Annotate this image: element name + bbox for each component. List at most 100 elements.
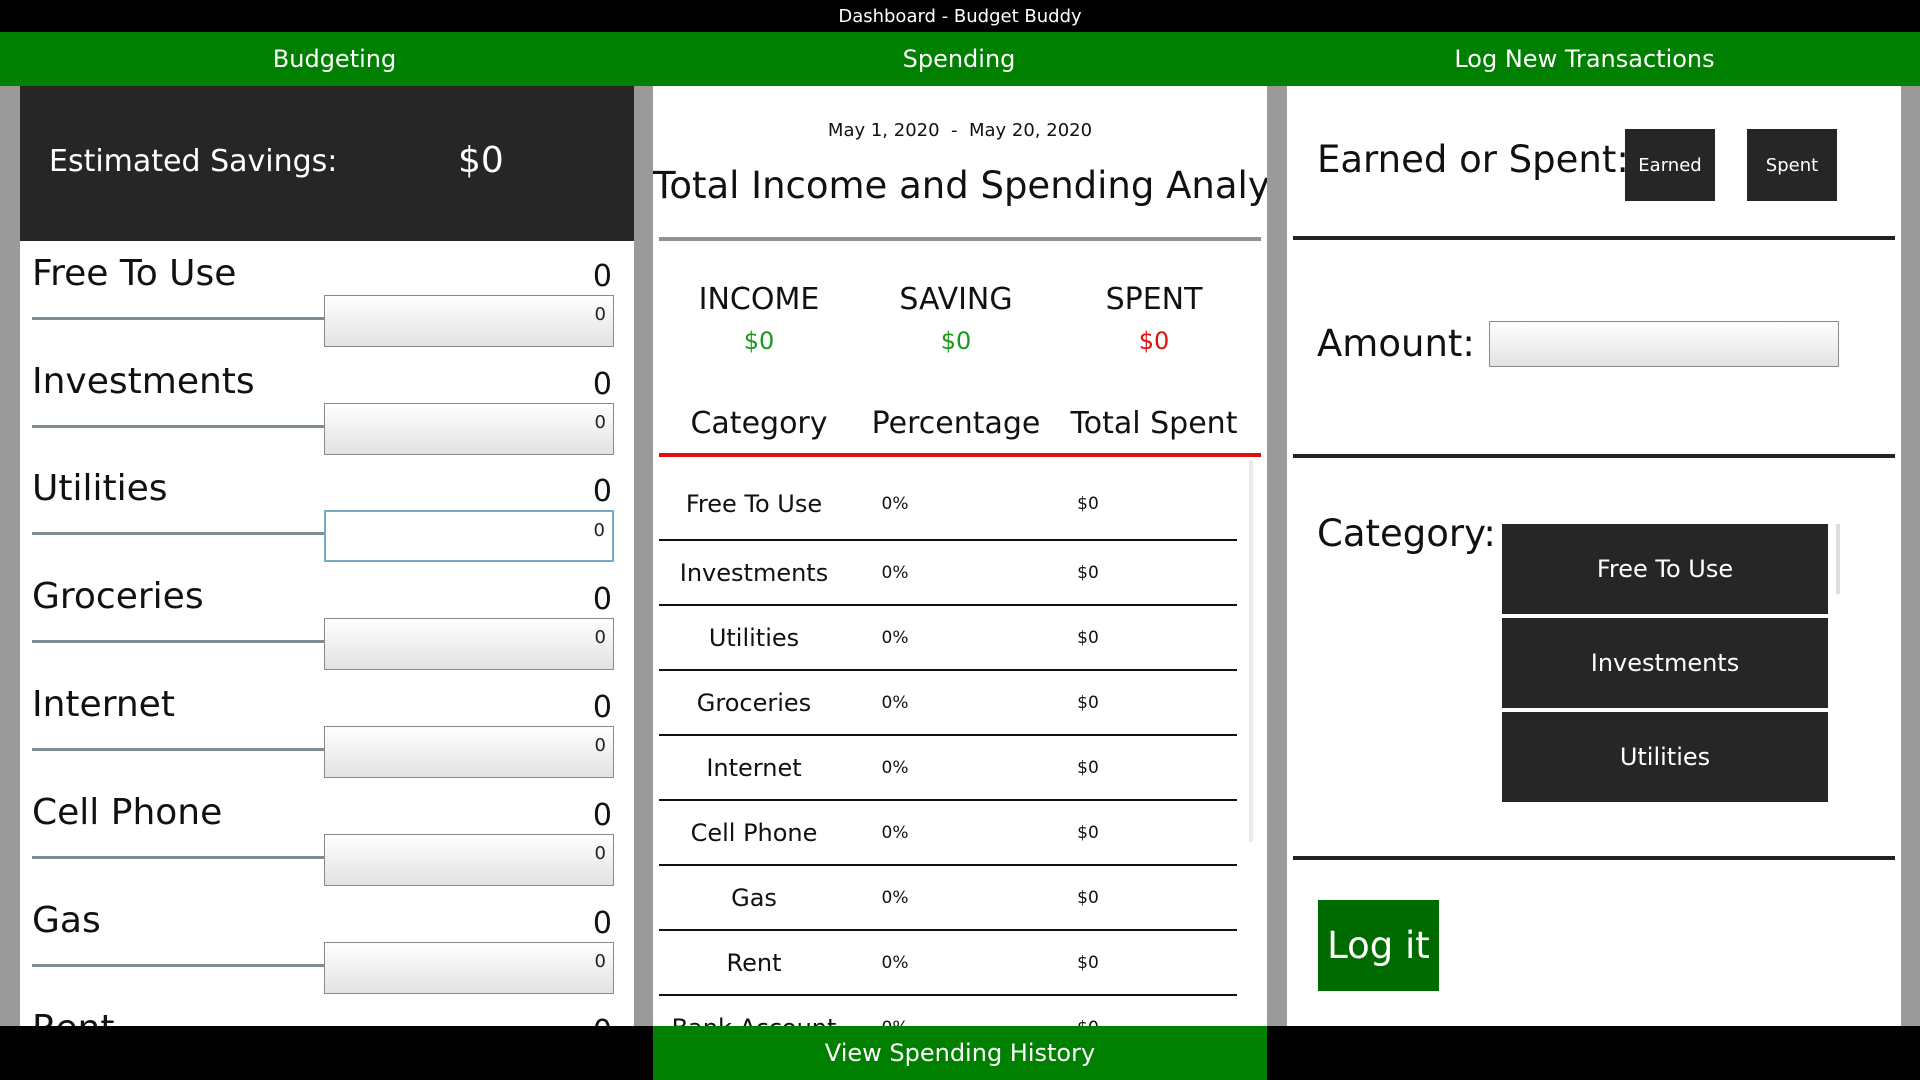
budget-category-amount: 0 xyxy=(593,1014,612,1026)
divider xyxy=(1293,236,1895,240)
budget-category-name: Cell Phone xyxy=(32,792,223,833)
date-from: May 1, 2020 xyxy=(827,120,940,141)
table-row: Free To Use 0% $0 xyxy=(659,459,1237,541)
spent-value: $0 xyxy=(1138,327,1170,355)
budgeting-panel: Estimated Savings: $0 Free To Use 0 0 In… xyxy=(20,86,634,1026)
row-total-spent: $0 xyxy=(1077,628,1099,648)
window-title: Dashboard - Budget Buddy xyxy=(838,5,1082,27)
budget-category-name: Groceries xyxy=(32,576,204,617)
table-row: Utilities 0% $0 xyxy=(659,606,1237,671)
row-total-spent: $0 xyxy=(1038,1018,1138,1026)
date-to: May 20, 2020 xyxy=(968,120,1093,141)
income-label: INCOME xyxy=(698,282,820,317)
column-header-percentage: Percentage xyxy=(871,406,1041,441)
budget-slider[interactable] xyxy=(32,532,324,535)
budget-category-amount: 0 xyxy=(592,474,612,509)
budget-category-name: Free To Use xyxy=(32,253,237,294)
budget-row: Utilities 0 0 xyxy=(20,456,634,564)
category-option-free-to-use[interactable]: Free To Use xyxy=(1502,524,1828,614)
table-row: Cell Phone 0% $0 xyxy=(659,801,1237,866)
budget-amount-input[interactable]: 0 xyxy=(324,510,614,562)
estimated-savings-label: Estimated Savings: xyxy=(49,144,338,179)
budget-row: Cell Phone 0 0 xyxy=(20,780,634,888)
header-divider xyxy=(659,453,1261,457)
category-option-utilities[interactable]: Utilities xyxy=(1502,712,1828,802)
earned-or-spent-label: Earned or Spent: xyxy=(1317,138,1629,181)
budget-slider[interactable] xyxy=(32,425,324,428)
budget-category-name: Rent xyxy=(32,1008,114,1026)
tab-log-new-transactions[interactable]: Log New Transactions xyxy=(1249,32,1920,86)
tab-spending[interactable]: Spending xyxy=(669,32,1249,86)
spent-button[interactable]: Spent xyxy=(1747,129,1837,201)
income-summary: INCOME $0 xyxy=(659,282,859,355)
budget-amount-input[interactable]: 0 xyxy=(324,834,614,886)
row-percentage: 0% xyxy=(881,494,909,514)
row-percentage: 0% xyxy=(845,1018,945,1026)
budget-category-amount: 0 xyxy=(592,690,612,725)
row-category: Investments xyxy=(679,559,829,587)
budget-row: Rent 0 0 xyxy=(20,996,634,1026)
category-option-investments[interactable]: Investments xyxy=(1502,618,1828,708)
budget-amount-input[interactable]: 0 xyxy=(324,618,614,670)
tab-bar: Budgeting Spending Log New Transactions xyxy=(0,32,1920,86)
budget-category-amount: 0 xyxy=(592,582,612,617)
budget-category-amount: 0 xyxy=(592,367,612,402)
row-total-spent: $0 xyxy=(1077,953,1099,973)
row-total-spent: $0 xyxy=(1077,693,1099,713)
row-percentage: 0% xyxy=(881,758,909,778)
column-header-total-spent: Total Spent xyxy=(1070,406,1238,441)
budget-row: Investments 0 0 xyxy=(20,349,634,457)
budget-slider[interactable] xyxy=(32,640,324,643)
budget-category-name: Utilities xyxy=(32,468,168,509)
table-scrollbar[interactable] xyxy=(1249,460,1253,842)
view-spending-history-button[interactable]: View Spending History xyxy=(653,1026,1267,1080)
row-percentage: 0% xyxy=(881,888,909,908)
tab-budgeting[interactable]: Budgeting xyxy=(0,32,669,86)
budget-amount-input[interactable]: 0 xyxy=(324,295,614,347)
row-category: Rent xyxy=(726,949,782,977)
budget-amount-input[interactable]: 0 xyxy=(324,403,614,455)
amount-label: Amount: xyxy=(1317,322,1475,365)
budget-slider[interactable] xyxy=(32,317,324,320)
estimated-savings-value: $0 xyxy=(458,140,504,181)
row-category: Gas xyxy=(731,884,777,912)
budget-slider[interactable] xyxy=(32,964,324,967)
category-label: Category: xyxy=(1317,512,1496,555)
budget-slider[interactable] xyxy=(32,748,324,751)
budget-category-name: Gas xyxy=(32,900,101,941)
log-transactions-panel: Earned or Spent: Earned Spent Amount: Ca… xyxy=(1287,86,1901,1026)
row-category: Groceries xyxy=(696,689,812,717)
estimated-savings-card: Estimated Savings: $0 xyxy=(20,86,634,241)
budget-amount-input[interactable]: 0 xyxy=(324,942,614,994)
log-it-button[interactable]: Log it xyxy=(1318,900,1439,991)
table-row: Groceries 0% $0 xyxy=(659,671,1237,736)
budget-slider[interactable] xyxy=(32,856,324,859)
date-range: May 1, 2020 - May 20, 2020 xyxy=(653,120,1267,141)
amount-input[interactable] xyxy=(1489,321,1839,367)
row-percentage: 0% xyxy=(881,563,909,583)
row-category: Cell Phone xyxy=(690,819,818,847)
row-percentage: 0% xyxy=(881,693,909,713)
earned-button[interactable]: Earned xyxy=(1625,129,1715,201)
budget-category-name: Internet xyxy=(32,684,175,725)
row-total-spent: $0 xyxy=(1077,563,1099,583)
saving-summary: SAVING $0 xyxy=(856,282,1056,355)
row-category: Free To Use xyxy=(685,490,823,518)
window-title-bar: Dashboard - Budget Buddy xyxy=(0,0,1920,32)
saving-value: $0 xyxy=(940,327,972,355)
spending-panel: May 1, 2020 - May 20, 2020 Total Income … xyxy=(653,86,1267,1026)
divider xyxy=(1293,454,1895,458)
row-percentage: 0% xyxy=(881,953,909,973)
column-header-category: Category xyxy=(690,406,828,441)
date-separator: - xyxy=(951,120,958,141)
divider xyxy=(659,237,1261,241)
category-scrollbar[interactable] xyxy=(1836,524,1840,594)
row-total-spent: $0 xyxy=(1077,494,1099,514)
row-total-spent: $0 xyxy=(1077,888,1099,908)
budget-category-amount: 0 xyxy=(592,906,612,941)
divider xyxy=(1293,856,1895,860)
budget-row: Gas 0 0 xyxy=(20,888,634,996)
budget-amount-input[interactable]: 0 xyxy=(324,726,614,778)
table-row: Investments 0% $0 xyxy=(659,541,1237,606)
spent-label: SPENT xyxy=(1105,282,1203,317)
